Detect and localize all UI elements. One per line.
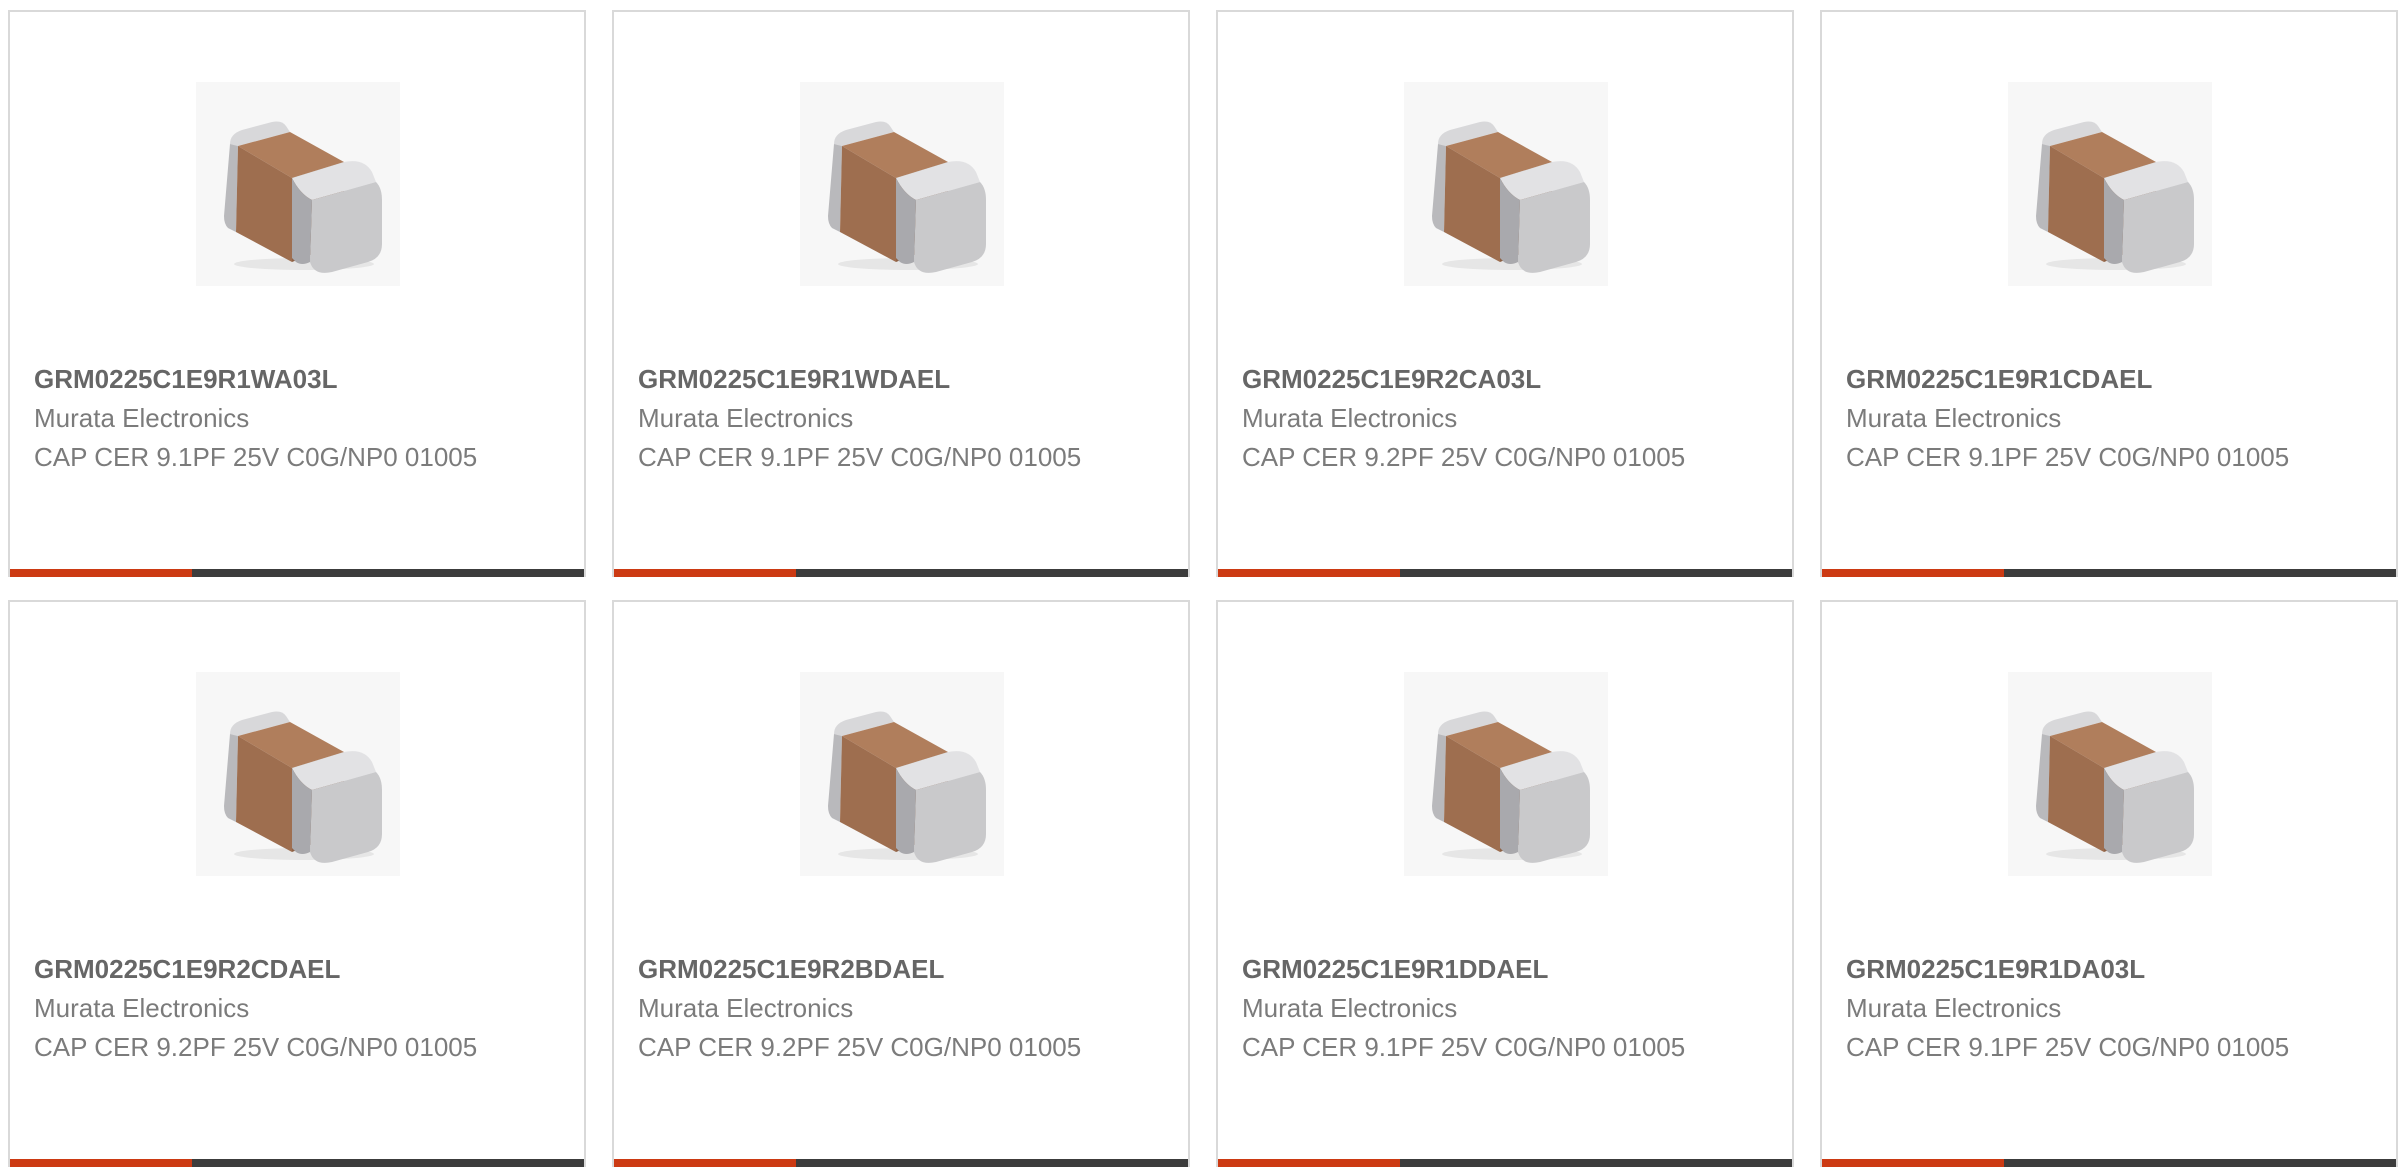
product-description: CAP CER 9.2PF 25V C0G/NP0 01005 [1242, 442, 1686, 472]
manufacturer-name: Murata Electronics [1846, 993, 2062, 1023]
card-bottom-bar [1218, 569, 1792, 577]
card-bottom-bar [10, 1159, 584, 1167]
product-image[interactable] [1404, 672, 1608, 876]
product-card[interactable]: GRM0225C1E9R1WDAEL Murata Electronics CA… [612, 10, 1190, 577]
card-accent-bar [1822, 1159, 2004, 1167]
ceramic-capacitor-chip-icon [1404, 672, 1608, 876]
part-number[interactable]: GRM0225C1E9R1WDAEL [638, 364, 950, 395]
product-description: CAP CER 9.1PF 25V C0G/NP0 01005 [1846, 1032, 2290, 1062]
manufacturer-name: Murata Electronics [1846, 403, 2062, 433]
card-bottom-bar [614, 1159, 1188, 1167]
card-accent-bar [1218, 569, 1400, 577]
product-image[interactable] [196, 82, 400, 286]
product-description: CAP CER 9.1PF 25V C0G/NP0 01005 [638, 442, 1082, 472]
card-bottom-bar [10, 569, 584, 577]
card-accent-bar [614, 569, 796, 577]
part-number[interactable]: GRM0225C1E9R1WA03L [34, 364, 337, 395]
product-description: CAP CER 9.1PF 25V C0G/NP0 01005 [1846, 442, 2290, 472]
ceramic-capacitor-chip-icon [800, 672, 1004, 876]
ceramic-capacitor-chip-icon [2008, 672, 2212, 876]
product-image[interactable] [196, 672, 400, 876]
ceramic-capacitor-chip-icon [800, 82, 1004, 286]
part-number[interactable]: GRM0225C1E9R2CDAEL [34, 954, 340, 985]
product-card[interactable]: GRM0225C1E9R1WA03L Murata Electronics CA… [8, 10, 586, 577]
product-image[interactable] [1404, 82, 1608, 286]
card-accent-bar [1218, 1159, 1400, 1167]
product-image[interactable] [2008, 82, 2212, 286]
product-description: CAP CER 9.2PF 25V C0G/NP0 01005 [638, 1032, 1082, 1062]
product-card[interactable]: GRM0225C1E9R1DDAEL Murata Electronics CA… [1216, 600, 1794, 1167]
card-bottom-bar [1822, 569, 2396, 577]
part-number[interactable]: GRM0225C1E9R1DA03L [1846, 954, 2145, 985]
product-card[interactable]: GRM0225C1E9R1CDAEL Murata Electronics CA… [1820, 10, 2398, 577]
manufacturer-name: Murata Electronics [1242, 993, 1458, 1023]
manufacturer-name: Murata Electronics [638, 403, 854, 433]
ceramic-capacitor-chip-icon [196, 672, 400, 876]
product-description: CAP CER 9.2PF 25V C0G/NP0 01005 [34, 1032, 478, 1062]
card-bottom-bar [614, 569, 1188, 577]
manufacturer-name: Murata Electronics [34, 993, 250, 1023]
card-accent-bar [614, 1159, 796, 1167]
product-description: CAP CER 9.1PF 25V C0G/NP0 01005 [1242, 1032, 1686, 1062]
ceramic-capacitor-chip-icon [2008, 82, 2212, 286]
card-bottom-bar [1822, 1159, 2396, 1167]
ceramic-capacitor-chip-icon [196, 82, 400, 286]
card-accent-bar [1822, 569, 2004, 577]
manufacturer-name: Murata Electronics [638, 993, 854, 1023]
ceramic-capacitor-chip-icon [1404, 82, 1608, 286]
manufacturer-name: Murata Electronics [34, 403, 250, 433]
part-number[interactable]: GRM0225C1E9R2BDAEL [638, 954, 944, 985]
product-card[interactable]: GRM0225C1E9R2CA03L Murata Electronics CA… [1216, 10, 1794, 577]
manufacturer-name: Murata Electronics [1242, 403, 1458, 433]
card-bottom-bar [1218, 1159, 1792, 1167]
part-number[interactable]: GRM0225C1E9R2CA03L [1242, 364, 1541, 395]
product-grid: GRM0225C1E9R1WA03L Murata Electronics CA… [0, 0, 2400, 1167]
part-number[interactable]: GRM0225C1E9R1CDAEL [1846, 364, 2152, 395]
product-image[interactable] [800, 82, 1004, 286]
product-card[interactable]: GRM0225C1E9R1DA03L Murata Electronics CA… [1820, 600, 2398, 1167]
product-image[interactable] [2008, 672, 2212, 876]
product-description: CAP CER 9.1PF 25V C0G/NP0 01005 [34, 442, 478, 472]
product-card[interactable]: GRM0225C1E9R2BDAEL Murata Electronics CA… [612, 600, 1190, 1167]
part-number[interactable]: GRM0225C1E9R1DDAEL [1242, 954, 1548, 985]
product-card[interactable]: GRM0225C1E9R2CDAEL Murata Electronics CA… [8, 600, 586, 1167]
card-accent-bar [10, 569, 192, 577]
card-accent-bar [10, 1159, 192, 1167]
product-image[interactable] [800, 672, 1004, 876]
